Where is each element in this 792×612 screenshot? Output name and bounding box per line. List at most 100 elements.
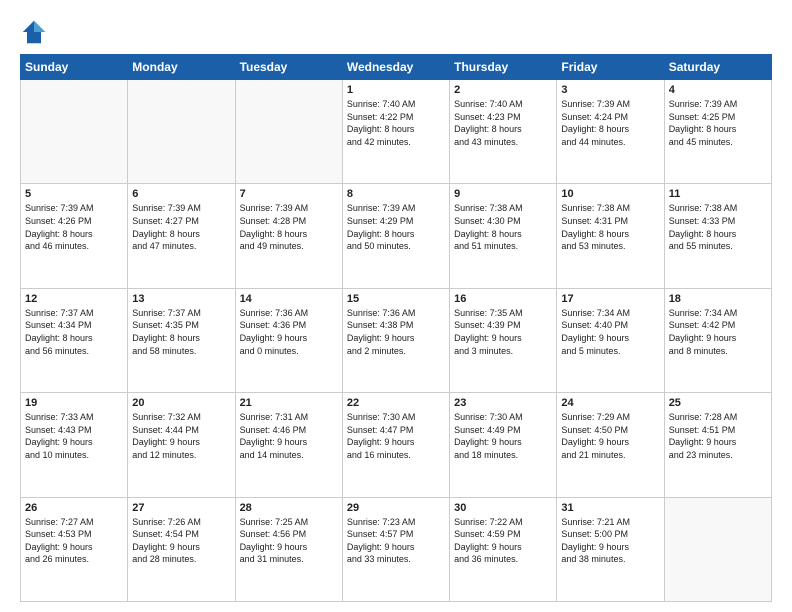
calendar-cell: 24 Sunrise: 7:29 AM Sunset: 4:50 PM Dayli… <box>557 393 664 497</box>
calendar-cell: 12 Sunrise: 7:37 AM Sunset: 4:34 PM Dayli… <box>21 288 128 392</box>
day-number: 24 <box>561 397 659 409</box>
calendar-cell: 18 Sunrise: 7:34 AM Sunset: 4:42 PM Dayli… <box>664 288 771 392</box>
day-content: Sunrise: 7:36 AM Sunset: 4:36 PM Dayligh… <box>240 307 338 357</box>
day-content: Sunrise: 7:37 AM Sunset: 4:35 PM Dayligh… <box>132 307 230 357</box>
day-number: 8 <box>347 188 445 200</box>
calendar-cell: 28Sunrise: 7:25 AM Sunset: 4:56 PM Dayli… <box>235 497 342 601</box>
day-number: 10 <box>561 188 659 200</box>
day-content: Sunrise: 7:23 AM Sunset: 4:57 PM Dayligh… <box>347 516 445 566</box>
logo <box>20 18 52 46</box>
week-row-5: 26Sunrise: 7:27 AM Sunset: 4:53 PM Dayli… <box>21 497 772 601</box>
day-content: Sunrise: 7:36 AM Sunset: 4:38 PM Dayligh… <box>347 307 445 357</box>
calendar-cell: 23 Sunrise: 7:30 AM Sunset: 4:49 PM Dayli… <box>450 393 557 497</box>
calendar-cell <box>664 497 771 601</box>
weekday-header-wednesday: Wednesday <box>342 55 449 80</box>
day-content: Sunrise: 7:38 AM Sunset: 4:30 PM Dayligh… <box>454 202 552 252</box>
day-content: Sunrise: 7:35 AM Sunset: 4:39 PM Dayligh… <box>454 307 552 357</box>
day-number: 7 <box>240 188 338 200</box>
calendar-cell: 15 Sunrise: 7:36 AM Sunset: 4:38 PM Dayli… <box>342 288 449 392</box>
day-number: 4 <box>669 84 767 96</box>
day-number: 29 <box>347 502 445 514</box>
day-content: Sunrise: 7:39 AM Sunset: 4:28 PM Dayligh… <box>240 202 338 252</box>
day-content: Sunrise: 7:34 AM Sunset: 4:42 PM Dayligh… <box>669 307 767 357</box>
calendar-cell: 17 Sunrise: 7:34 AM Sunset: 4:40 PM Dayli… <box>557 288 664 392</box>
calendar-cell <box>21 80 128 184</box>
calendar-cell: 14 Sunrise: 7:36 AM Sunset: 4:36 PM Dayli… <box>235 288 342 392</box>
weekday-header-thursday: Thursday <box>450 55 557 80</box>
calendar-cell: 8Sunrise: 7:39 AM Sunset: 4:29 PM Daylig… <box>342 184 449 288</box>
day-content: Sunrise: 7:38 AM Sunset: 4:33 PM Dayligh… <box>669 202 767 252</box>
day-number: 22 <box>347 397 445 409</box>
weekday-header-row: SundayMondayTuesdayWednesdayThursdayFrid… <box>21 55 772 80</box>
calendar-cell: 31Sunrise: 7:21 AM Sunset: 5:00 PM Dayli… <box>557 497 664 601</box>
calendar-cell: 26Sunrise: 7:27 AM Sunset: 4:53 PM Dayli… <box>21 497 128 601</box>
day-content: Sunrise: 7:29 AM Sunset: 4:50 PM Dayligh… <box>561 411 659 461</box>
calendar-cell: 7 Sunrise: 7:39 AM Sunset: 4:28 PM Daylig… <box>235 184 342 288</box>
weekday-header-friday: Friday <box>557 55 664 80</box>
day-content: Sunrise: 7:33 AM Sunset: 4:43 PM Dayligh… <box>25 411 123 461</box>
day-number: 26 <box>25 502 123 514</box>
calendar-cell: 16 Sunrise: 7:35 AM Sunset: 4:39 PM Dayli… <box>450 288 557 392</box>
weekday-header-sunday: Sunday <box>21 55 128 80</box>
calendar-cell <box>128 80 235 184</box>
day-content: Sunrise: 7:39 AM Sunset: 4:26 PM Dayligh… <box>25 202 123 252</box>
calendar-cell: 1Sunrise: 7:40 AM Sunset: 4:22 PM Daylig… <box>342 80 449 184</box>
day-number: 9 <box>454 188 552 200</box>
day-number: 18 <box>669 293 767 305</box>
calendar-table: SundayMondayTuesdayWednesdayThursdayFrid… <box>20 54 772 602</box>
day-content: Sunrise: 7:22 AM Sunset: 4:59 PM Dayligh… <box>454 516 552 566</box>
calendar-cell: 25 Sunrise: 7:28 AM Sunset: 4:51 PM Dayli… <box>664 393 771 497</box>
day-content: Sunrise: 7:40 AM Sunset: 4:23 PM Dayligh… <box>454 98 552 148</box>
day-number: 20 <box>132 397 230 409</box>
day-number: 12 <box>25 293 123 305</box>
day-number: 27 <box>132 502 230 514</box>
calendar-cell: 19 Sunrise: 7:33 AM Sunset: 4:43 PM Dayli… <box>21 393 128 497</box>
day-number: 5 <box>25 188 123 200</box>
day-content: Sunrise: 7:21 AM Sunset: 5:00 PM Dayligh… <box>561 516 659 566</box>
day-content: Sunrise: 7:39 AM Sunset: 4:24 PM Dayligh… <box>561 98 659 148</box>
day-number: 2 <box>454 84 552 96</box>
weekday-header-tuesday: Tuesday <box>235 55 342 80</box>
day-content: Sunrise: 7:39 AM Sunset: 4:27 PM Dayligh… <box>132 202 230 252</box>
day-number: 14 <box>240 293 338 305</box>
day-content: Sunrise: 7:39 AM Sunset: 4:25 PM Dayligh… <box>669 98 767 148</box>
calendar-cell: 10Sunrise: 7:38 AM Sunset: 4:31 PM Dayli… <box>557 184 664 288</box>
day-content: Sunrise: 7:26 AM Sunset: 4:54 PM Dayligh… <box>132 516 230 566</box>
day-number: 13 <box>132 293 230 305</box>
day-content: Sunrise: 7:28 AM Sunset: 4:51 PM Dayligh… <box>669 411 767 461</box>
calendar-cell: 6 Sunrise: 7:39 AM Sunset: 4:27 PM Daylig… <box>128 184 235 288</box>
week-row-3: 12 Sunrise: 7:37 AM Sunset: 4:34 PM Dayli… <box>21 288 772 392</box>
day-number: 15 <box>347 293 445 305</box>
day-content: Sunrise: 7:40 AM Sunset: 4:22 PM Dayligh… <box>347 98 445 148</box>
day-content: Sunrise: 7:25 AM Sunset: 4:56 PM Dayligh… <box>240 516 338 566</box>
calendar-cell: 3 Sunrise: 7:39 AM Sunset: 4:24 PM Daylig… <box>557 80 664 184</box>
day-number: 16 <box>454 293 552 305</box>
calendar-cell: 11 Sunrise: 7:38 AM Sunset: 4:33 PM Dayli… <box>664 184 771 288</box>
calendar-cell: 13 Sunrise: 7:37 AM Sunset: 4:35 PM Dayli… <box>128 288 235 392</box>
day-number: 3 <box>561 84 659 96</box>
calendar-cell: 4 Sunrise: 7:39 AM Sunset: 4:25 PM Daylig… <box>664 80 771 184</box>
header <box>20 18 772 46</box>
day-number: 30 <box>454 502 552 514</box>
day-number: 23 <box>454 397 552 409</box>
calendar-cell: 21 Sunrise: 7:31 AM Sunset: 4:46 PM Dayli… <box>235 393 342 497</box>
calendar-cell: 5 Sunrise: 7:39 AM Sunset: 4:26 PM Daylig… <box>21 184 128 288</box>
day-content: Sunrise: 7:34 AM Sunset: 4:40 PM Dayligh… <box>561 307 659 357</box>
day-number: 19 <box>25 397 123 409</box>
calendar-cell: 9 Sunrise: 7:38 AM Sunset: 4:30 PM Daylig… <box>450 184 557 288</box>
calendar-cell <box>235 80 342 184</box>
day-content: Sunrise: 7:31 AM Sunset: 4:46 PM Dayligh… <box>240 411 338 461</box>
day-number: 21 <box>240 397 338 409</box>
weekday-header-saturday: Saturday <box>664 55 771 80</box>
day-number: 11 <box>669 188 767 200</box>
calendar-cell: 22 Sunrise: 7:30 AM Sunset: 4:47 PM Dayli… <box>342 393 449 497</box>
day-content: Sunrise: 7:30 AM Sunset: 4:47 PM Dayligh… <box>347 411 445 461</box>
day-content: Sunrise: 7:37 AM Sunset: 4:34 PM Dayligh… <box>25 307 123 357</box>
calendar-cell: 29 Sunrise: 7:23 AM Sunset: 4:57 PM Dayli… <box>342 497 449 601</box>
day-content: Sunrise: 7:30 AM Sunset: 4:49 PM Dayligh… <box>454 411 552 461</box>
day-number: 17 <box>561 293 659 305</box>
page: SundayMondayTuesdayWednesdayThursdayFrid… <box>0 0 792 612</box>
day-number: 6 <box>132 188 230 200</box>
day-number: 25 <box>669 397 767 409</box>
week-row-1: 1Sunrise: 7:40 AM Sunset: 4:22 PM Daylig… <box>21 80 772 184</box>
